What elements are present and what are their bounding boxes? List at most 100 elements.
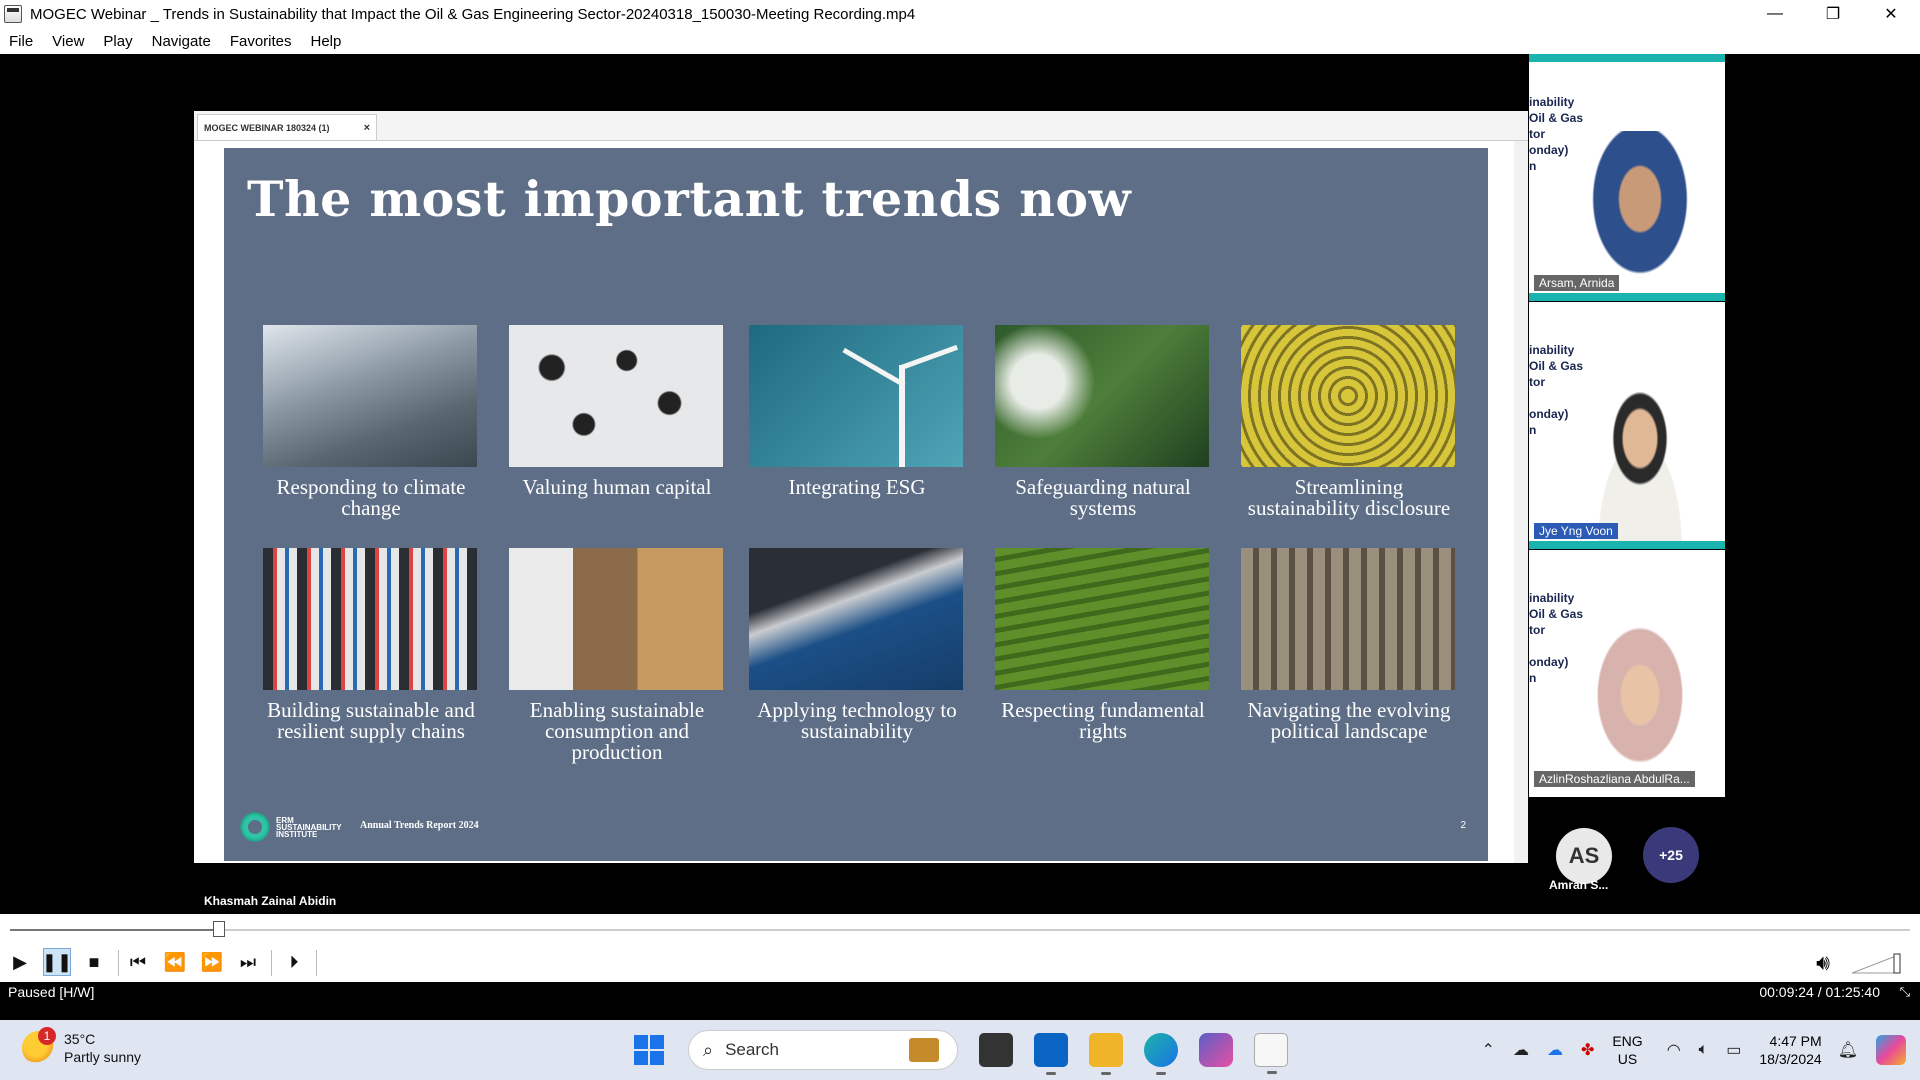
- title-bar: MOGEC Webinar _ Trends in Sustainability…: [0, 0, 1920, 28]
- trend-label: Integrating ESG: [788, 475, 926, 499]
- fullscreen-icon[interactable]: ⤡: [1900, 984, 1910, 1000]
- tab-close-icon[interactable]: ×: [364, 122, 370, 134]
- seek-bar[interactable]: [10, 921, 1910, 937]
- menu-navigate[interactable]: Navigate: [152, 33, 211, 50]
- shared-screen: MOGEC WEBINAR 180324 (1) × The most impo…: [194, 111, 1528, 863]
- frame-step-button[interactable]: ⏵: [280, 948, 308, 976]
- trend-label: Navigating the evolving political landsc…: [1247, 698, 1451, 743]
- media-player-taskbar-icon[interactable]: [1254, 1033, 1288, 1074]
- video-area[interactable]: MOGEC WEBINAR 180324 (1) × The most impo…: [0, 54, 1920, 914]
- wifi-icon[interactable]: ◠: [1667, 1040, 1681, 1060]
- participant-avatar[interactable]: AS: [1556, 828, 1612, 884]
- copilot-icon[interactable]: [1199, 1033, 1233, 1067]
- taskbar-apps: ⌕ Search: [634, 1028, 1288, 1075]
- trend-label: Building sustainable and resilient suppl…: [267, 698, 475, 743]
- trend-label: Applying technology to sustainability: [757, 698, 957, 743]
- trend-label: Streamlining sustainability disclosure: [1247, 475, 1451, 520]
- outlook-icon[interactable]: [1034, 1033, 1068, 1075]
- notification-bell-icon[interactable]: 🔔︎: [1838, 1040, 1858, 1060]
- menu-file[interactable]: File: [9, 33, 33, 50]
- trend-label: Responding to climate change: [276, 475, 466, 520]
- next-button[interactable]: ⏭: [234, 948, 262, 976]
- speaker-icon[interactable]: 🔈︎: [1699, 1041, 1709, 1059]
- clock[interactable]: 4:47 PM 18/3/2024: [1759, 1032, 1821, 1068]
- erm-logo-text: ERM SUSTAINABILITY INSTITUTE: [276, 815, 342, 839]
- previous-button[interactable]: ⏮: [124, 948, 152, 976]
- status-bar: Paused [H/W] 00:09:24 / 01:25:40 ⤡: [0, 982, 1920, 1002]
- trend-image-worker-boxes: [509, 548, 723, 690]
- tile-band: [1529, 293, 1725, 301]
- weather-widget[interactable]: 1 35°C Partly sunny: [22, 1027, 142, 1066]
- more-participants-button[interactable]: +25: [1643, 827, 1699, 883]
- participant-tile[interactable]: inability Oil & Gas tor onday) n Arsam, Arni…: [1529, 54, 1725, 301]
- taskbar-search[interactable]: ⌕ Search: [688, 1030, 958, 1070]
- separator: [118, 950, 119, 976]
- menu-help[interactable]: Help: [311, 33, 342, 50]
- copilot-tray-icon[interactable]: [1876, 1035, 1906, 1065]
- weather-condition: Partly sunny: [64, 1049, 142, 1065]
- separator: [271, 950, 272, 976]
- trend-card: Building sustainable and resilient suppl…: [263, 548, 479, 742]
- show-hidden-icons-icon[interactable]: ⌃: [1482, 1040, 1495, 1060]
- battery-icon[interactable]: ▭: [1726, 1040, 1741, 1060]
- rewind-button[interactable]: ⏪: [161, 948, 189, 976]
- language-bottom[interactable]: US: [1612, 1050, 1642, 1068]
- menu-favorites[interactable]: Favorites: [230, 33, 292, 50]
- onedrive-blue-icon[interactable]: ☁: [1547, 1040, 1563, 1060]
- participant-tile[interactable]: inability Oil & Gas tor onday) n AzlinRoshaz…: [1529, 550, 1725, 797]
- playback-time: 00:09:24 / 01:25:40: [1759, 984, 1880, 1000]
- search-icon: ⌕: [703, 1039, 714, 1060]
- slide-title: The most important trends now: [247, 170, 1132, 228]
- system-tray: ⌃ ☁ ☁ ✤ ENG US ◠ 🔈︎ ▭ 4:47 PM 18/3/2024 …: [1482, 1020, 1920, 1080]
- restore-button[interactable]: ❐: [1804, 0, 1862, 28]
- pause-button[interactable]: ❚❚: [42, 948, 72, 976]
- task-view-icon[interactable]: [979, 1033, 1013, 1067]
- trend-card: Navigating the evolving political landsc…: [1241, 548, 1457, 742]
- participant-panel: inability Oil & Gas tor onday) n Arsam, Arni…: [1529, 54, 1725, 797]
- trend-image-forest: [995, 325, 1209, 467]
- menu-view[interactable]: View: [52, 33, 84, 50]
- trend-image-trucks: [263, 548, 477, 690]
- start-button-icon[interactable]: [634, 1035, 664, 1065]
- trend-image-tea-field: [995, 548, 1209, 690]
- security-icon[interactable]: ✤: [1581, 1040, 1594, 1060]
- seek-thumb[interactable]: [213, 921, 225, 937]
- close-button[interactable]: ✕: [1862, 0, 1920, 28]
- participant-name: AzlinRoshazliana AbdulRa...: [1534, 771, 1695, 787]
- trend-card: Responding to climate change: [263, 325, 479, 519]
- language-top[interactable]: ENG: [1612, 1032, 1642, 1050]
- report-label: Annual Trends Report 2024: [360, 820, 479, 831]
- stop-button[interactable]: ■: [80, 948, 108, 976]
- erm-logo-icon: [238, 810, 272, 844]
- weather-badge: 1: [38, 1027, 56, 1045]
- document-tab[interactable]: MOGEC WEBINAR 180324 (1) ×: [197, 114, 377, 140]
- menu-play[interactable]: Play: [103, 33, 132, 50]
- volume-icon[interactable]: 🔊︎: [1816, 950, 1830, 976]
- playback-status: Paused [H/W]: [8, 984, 95, 1000]
- trend-image-people: [509, 325, 723, 467]
- slide-page-number: 2: [1460, 820, 1466, 831]
- trend-image-satellite: [749, 548, 963, 690]
- search-highlight-icon: [909, 1038, 939, 1062]
- trend-card: Streamlining sustainability disclosure: [1241, 325, 1457, 519]
- trend-label: Valuing human capital: [522, 475, 712, 499]
- presenter-name: Khasmah Zainal Abidin: [204, 894, 337, 908]
- edge-browser-icon[interactable]: [1144, 1033, 1178, 1075]
- erm-logo: ERM SUSTAINABILITY INSTITUTE: [238, 810, 342, 844]
- document-scrollbar[interactable]: [1514, 141, 1528, 863]
- file-explorer-icon[interactable]: [1089, 1033, 1123, 1075]
- clock-time: 4:47 PM: [1769, 1033, 1822, 1049]
- participant-tile[interactable]: inability Oil & Gas tor onday) n Jye Yng Voo…: [1529, 302, 1725, 549]
- seek-progress: [10, 929, 219, 931]
- player-controls: ▶ ❚❚ ■ ⏮ ⏪ ⏩ ⏭ ⏵ 🔊︎: [0, 914, 1920, 982]
- tile-band: [1529, 541, 1725, 549]
- volume-slider[interactable]: [1852, 952, 1902, 974]
- window-title: MOGEC Webinar _ Trends in Sustainability…: [30, 5, 916, 23]
- trend-card: Enabling sustainable consumption and pro…: [509, 548, 725, 763]
- fast-forward-button[interactable]: ⏩: [198, 948, 226, 976]
- minimize-button[interactable]: —: [1746, 0, 1804, 28]
- onedrive-icon[interactable]: ☁: [1513, 1040, 1529, 1060]
- weather-icon: 1: [22, 1027, 56, 1065]
- trend-label: Respecting fundamental rights: [1001, 698, 1205, 743]
- play-button[interactable]: ▶: [6, 948, 34, 976]
